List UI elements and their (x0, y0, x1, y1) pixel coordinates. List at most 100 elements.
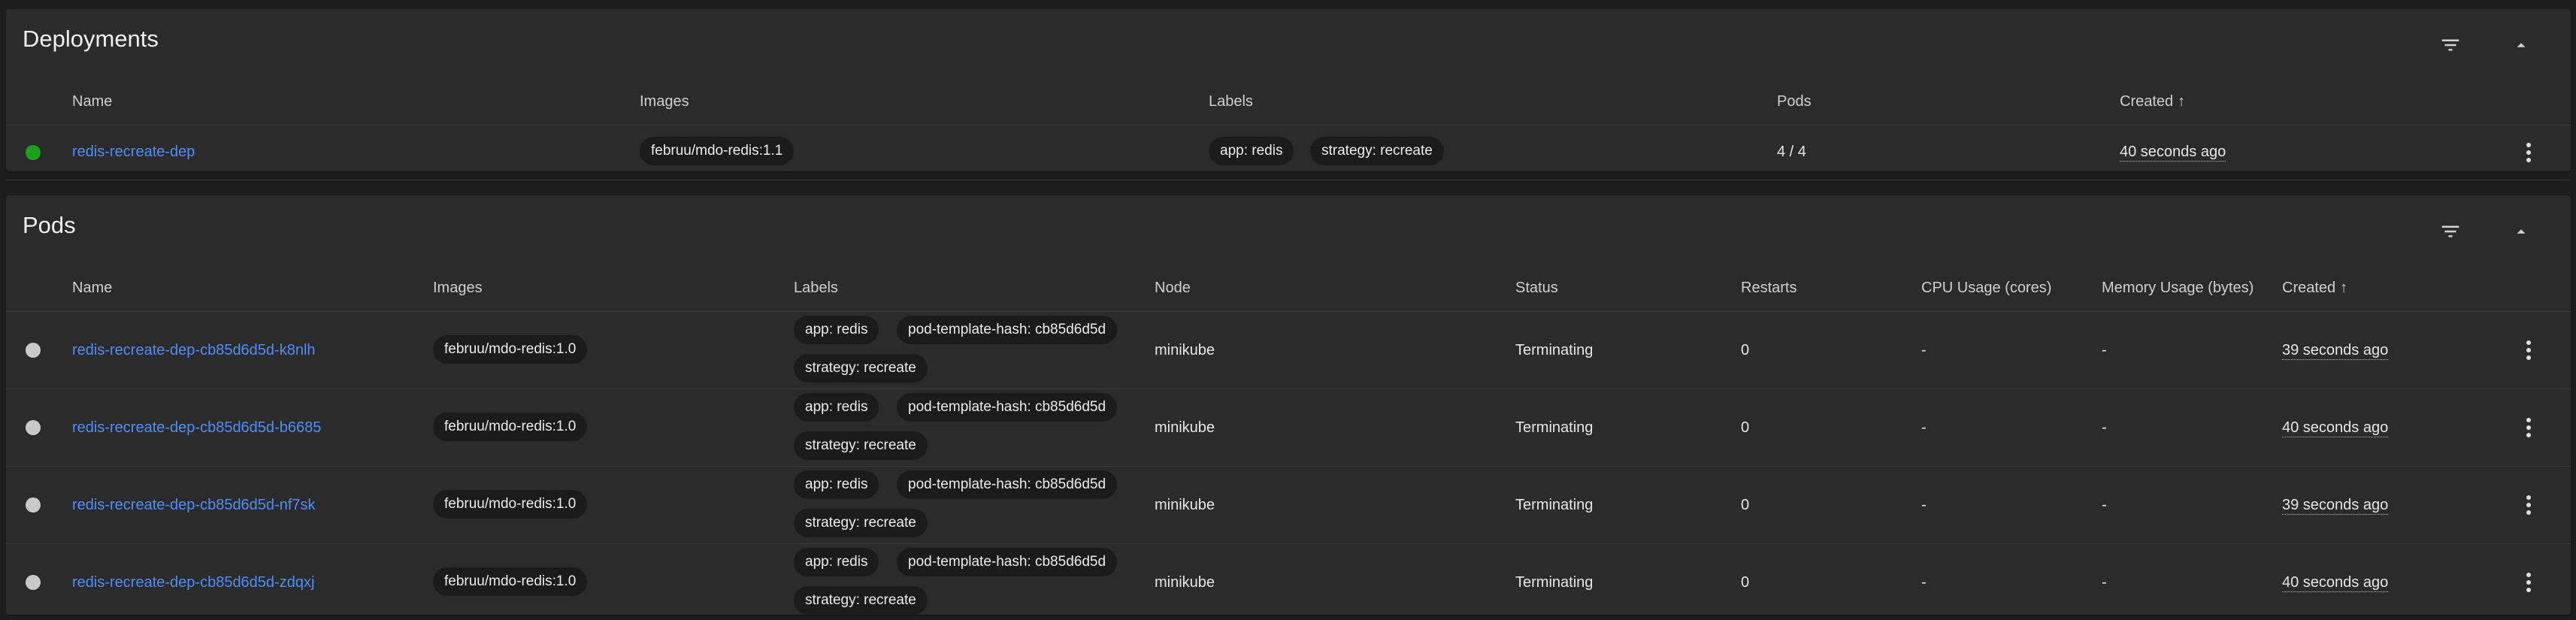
pod-name-link[interactable]: redis-recreate-dep-cb85d6d5d-b6685 (72, 419, 321, 437)
pods-table-header: Name Images Labels Node Status Restarts … (6, 262, 2571, 312)
table-row: redis-recreate-dep-cb85d6d5d-nf7sk febru… (6, 467, 2571, 544)
row-menu-button[interactable] (2514, 413, 2544, 443)
filter-icon (2441, 225, 2459, 237)
cpu-usage: - (1921, 574, 1927, 591)
label-chip: strategy: recreate (794, 586, 928, 615)
memory-usage: - (2102, 497, 2107, 513)
col-header-created-label: Created (2120, 93, 2174, 110)
label-chip: app: redis (794, 393, 879, 422)
label-chip: pod-template-hash: cb85d6d5d (897, 316, 1118, 344)
restarts-count: 0 (1741, 342, 1750, 358)
table-row: redis-recreate-dep-cb85d6d5d-k8nlh febru… (6, 312, 2571, 389)
row-menu-button[interactable] (2514, 138, 2544, 168)
chevron-up-icon (2517, 229, 2526, 234)
label-chip: app: redis (794, 548, 879, 576)
image-chip: februu/mdo-redis:1.0 (433, 413, 588, 441)
label-chip: pod-template-hash: cb85d6d5d (897, 470, 1118, 499)
label-chip: strategy: recreate (794, 431, 928, 460)
label-chip: strategy: recreate (794, 354, 928, 383)
col-header-name[interactable]: Name (72, 93, 112, 110)
more-vert-icon (2526, 340, 2531, 360)
deployments-card: Deployments Name Images Labels Pods Crea… (6, 9, 2571, 180)
deployments-title: Deployments (23, 26, 159, 52)
deployment-name-link[interactable]: redis-recreate-dep (72, 144, 195, 161)
col-header-images: Images (640, 93, 689, 110)
status-terminating-icon (26, 343, 41, 358)
col-header-labels: Labels (794, 280, 838, 296)
filter-icon (2441, 39, 2459, 51)
image-chip: februu/mdo-redis:1.1 (640, 137, 795, 165)
created-age: 39 seconds ago (2282, 497, 2389, 515)
col-header-cpu: CPU Usage (cores) (1921, 280, 2052, 296)
row-menu-button[interactable] (2514, 490, 2544, 520)
pod-name-link[interactable]: redis-recreate-dep-cb85d6d5d-k8nlh (72, 342, 316, 359)
more-vert-icon (2526, 418, 2531, 437)
status-terminating-icon (26, 498, 41, 513)
memory-usage: - (2102, 419, 2107, 436)
cpu-usage: - (1921, 342, 1927, 358)
table-row: redis-recreate-dep-cb85d6d5d-b6685 febru… (6, 389, 2571, 467)
image-chip: februu/mdo-redis:1.0 (433, 567, 588, 596)
deployments-filter-button[interactable] (2434, 29, 2467, 62)
pod-status: Terminating (1515, 419, 1594, 436)
pod-name-link[interactable]: redis-recreate-dep-cb85d6d5d-nf7sk (72, 497, 316, 514)
created-age: 39 seconds ago (2282, 342, 2389, 360)
deployments-collapse-button[interactable] (2505, 29, 2538, 62)
sort-arrow-up-icon: ↑ (2340, 280, 2348, 296)
table-row: redis-recreate-dep-cb85d6d5d-zdqxj febru… (6, 544, 2571, 615)
status-terminating-icon (26, 575, 41, 590)
cpu-usage: - (1921, 497, 1927, 513)
col-header-memory: Memory Usage (bytes) (2102, 280, 2254, 296)
label-chip: app: redis (794, 470, 879, 499)
node-name: minikube (1155, 497, 1215, 513)
status-ok-icon (26, 145, 41, 160)
label-chip: strategy: recreate (794, 509, 928, 537)
col-header-created-label: Created (2282, 280, 2336, 296)
col-header-created[interactable]: Created ↑ (2120, 93, 2185, 110)
pods-filter-button[interactable] (2434, 215, 2467, 248)
node-name: minikube (1155, 342, 1215, 358)
col-header-created[interactable]: Created ↑ (2282, 280, 2347, 297)
pod-status: Terminating (1515, 574, 1594, 591)
col-header-name[interactable]: Name (72, 280, 112, 297)
row-menu-button[interactable] (2514, 567, 2544, 597)
memory-usage: - (2102, 342, 2107, 358)
deployments-table-header: Name Images Labels Pods Created ↑ (6, 75, 2571, 126)
label-chip: pod-template-hash: cb85d6d5d (897, 548, 1118, 576)
col-header-restarts: Restarts (1741, 280, 1797, 296)
node-name: minikube (1155, 574, 1215, 591)
col-header-labels: Labels (1209, 93, 1253, 110)
image-chip: februu/mdo-redis:1.0 (433, 335, 588, 364)
restarts-count: 0 (1741, 497, 1750, 513)
pods-card: Pods Name Images Labels Node Status Rest… (6, 195, 2571, 615)
label-chip: app: redis (794, 316, 879, 344)
created-age: 40 seconds ago (2282, 574, 2389, 592)
col-header-status: Status (1515, 280, 1558, 296)
more-vert-icon (2526, 495, 2531, 515)
created-age: 40 seconds ago (2282, 419, 2389, 437)
cpu-usage: - (1921, 419, 1927, 436)
label-chip: strategy: recreate (1310, 137, 1444, 165)
col-header-images: Images (433, 280, 483, 296)
label-chip: pod-template-hash: cb85d6d5d (897, 393, 1118, 422)
node-name: minikube (1155, 419, 1215, 436)
col-header-pods: Pods (1777, 93, 1812, 110)
label-chip: app: redis (1209, 137, 1294, 165)
more-vert-icon (2526, 143, 2531, 162)
status-terminating-icon (26, 420, 41, 435)
sort-arrow-up-icon: ↑ (2178, 93, 2186, 110)
restarts-count: 0 (1741, 419, 1750, 436)
pod-status: Terminating (1515, 497, 1594, 513)
pods-count: 4 / 4 (1777, 144, 1806, 160)
pods-title: Pods (23, 212, 76, 238)
restarts-count: 0 (1741, 574, 1750, 591)
row-menu-button[interactable] (2514, 335, 2544, 365)
chevron-up-icon (2517, 43, 2526, 47)
image-chip: februu/mdo-redis:1.0 (433, 490, 588, 519)
table-row: redis-recreate-dep februu/mdo-redis:1.1 … (6, 126, 2571, 180)
col-header-node: Node (1155, 280, 1191, 296)
pods-collapse-button[interactable] (2505, 215, 2538, 248)
pod-name-link[interactable]: redis-recreate-dep-cb85d6d5d-zdqxj (72, 574, 314, 591)
pod-status: Terminating (1515, 342, 1594, 358)
more-vert-icon (2526, 573, 2531, 592)
